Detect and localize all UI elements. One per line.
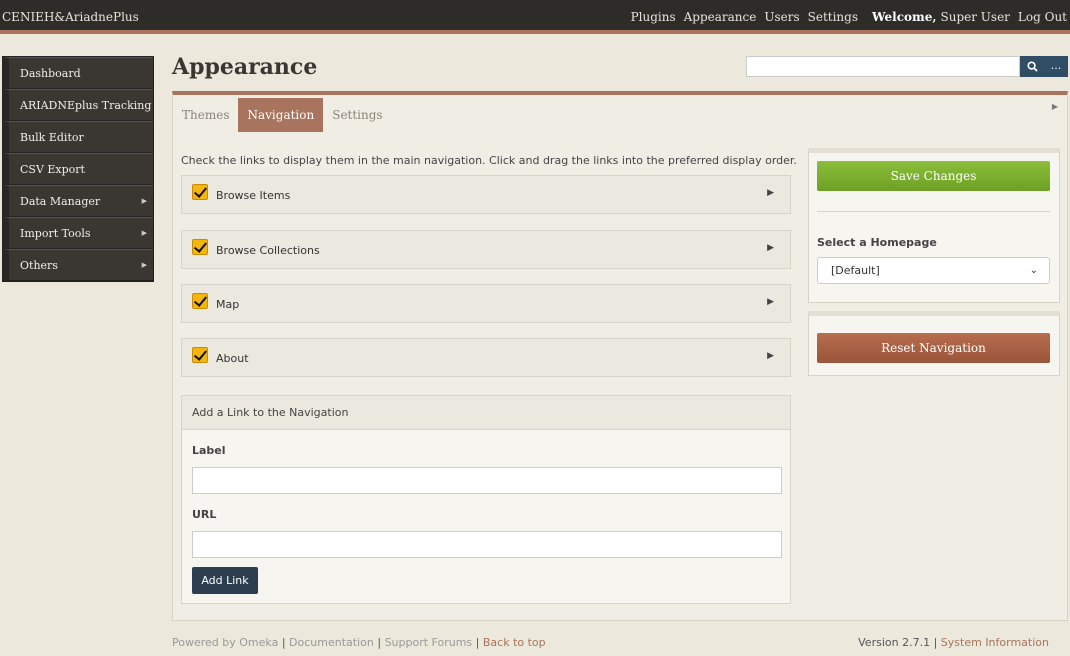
save-panel: Save Changes Select a Homepage [Default]… [808,148,1060,303]
checkbox[interactable] [192,347,208,363]
submenu-arrow-icon: ▶ [141,229,147,237]
site-title[interactable]: CENIEH&AriadnePlus [2,10,139,24]
footer-sep: | [933,636,938,649]
tabs: Themes Navigation Settings [173,98,392,132]
tab-settings[interactable]: Settings [323,98,391,132]
tab-navigation[interactable]: Navigation [238,98,324,132]
homepage-select-value: [Default] [831,264,880,277]
checkbox[interactable] [192,239,208,255]
content-panel: Themes Navigation Settings ▶ Check the l… [172,91,1068,621]
checkbox[interactable] [192,184,208,200]
expand-arrow-icon[interactable]: ▶ [767,188,774,198]
nav-link-about[interactable]: About ▶ [181,338,791,377]
sidebar-item-others[interactable]: Others ▶ [3,249,153,281]
reset-panel: Reset Navigation [808,311,1060,376]
tab-scroll-arrow-icon[interactable]: ▶ [1052,102,1058,111]
url-field-label: URL [192,508,217,521]
sidebar-item-dashboard[interactable]: Dashboard [3,57,153,89]
add-link-button[interactable]: Add Link [192,567,258,594]
tab-themes[interactable]: Themes [173,98,238,132]
expand-arrow-icon[interactable]: ▶ [767,351,774,361]
nav-link-label: Map [216,298,240,311]
powered-by-link[interactable]: Powered by Omeka [172,636,278,649]
nav-link-label: About [216,352,249,365]
user-area: Welcome, Super User Log Out [872,10,1067,24]
reset-navigation-button[interactable]: Reset Navigation [817,333,1050,363]
sidebar-item-ariadneplus-tracking[interactable]: ARIADNEplus Tracking [3,89,153,121]
page-title: Appearance [172,54,318,80]
sidebar-item-import-tools[interactable]: Import Tools ▶ [3,217,153,249]
search-icon [1026,61,1038,72]
footer-links: Powered by Omeka | Documentation | Suppo… [172,636,546,649]
welcome-text: Welcome, [872,10,937,24]
nav-link-map[interactable]: Map ▶ [181,284,791,323]
nav-settings[interactable]: Settings [808,10,858,24]
footer-version: Version 2.7.1 | System Information [858,636,1049,649]
sidebar-item-bulk-editor[interactable]: Bulk Editor [3,121,153,153]
version-text: Version 2.7.1 [858,636,931,649]
sidebar-item-data-manager[interactable]: Data Manager ▶ [3,185,153,217]
submenu-arrow-icon: ▶ [141,197,147,205]
nav-link-label: Browse Items [216,189,291,202]
add-link-heading: Add a Link to the Navigation [182,396,790,430]
nav-plugins[interactable]: Plugins [631,10,676,24]
sidebar-item-label: Dashboard [20,66,81,80]
advanced-search-button[interactable]: ... [1044,56,1068,77]
sidebar-item-label: Bulk Editor [20,130,84,144]
support-forums-link[interactable]: Support Forums [385,636,473,649]
search-button[interactable] [1020,56,1044,77]
checkbox[interactable] [192,293,208,309]
chevron-down-icon: ⌄ [1029,265,1038,276]
logout-link[interactable]: Log Out [1018,10,1067,24]
top-bar: CENIEH&AriadnePlus Plugins Appearance Us… [0,0,1070,34]
footer-sep: | [377,636,382,649]
nav-link-browse-items[interactable]: Browse Items ▶ [181,175,791,214]
sidebar: Dashboard ARIADNEplus Tracking Bulk Edit… [2,56,154,282]
label-input[interactable] [192,467,782,494]
sidebar-item-label: Import Tools [20,226,91,240]
submenu-arrow-icon: ▶ [141,261,147,269]
sidebar-item-label: Others [20,258,58,272]
divider [817,211,1050,212]
sidebar-item-label: Data Manager [20,194,101,208]
sidebar-item-csv-export[interactable]: CSV Export [3,153,153,185]
url-input[interactable] [192,531,782,558]
footer-sep: | [281,636,286,649]
nav-link-label: Browse Collections [216,244,320,257]
label-field-label: Label [192,444,226,457]
save-changes-button[interactable]: Save Changes [817,161,1050,191]
search-input[interactable] [746,56,1020,77]
nav-appearance[interactable]: Appearance [684,10,757,24]
back-to-top-link[interactable]: Back to top [483,636,546,649]
documentation-link[interactable]: Documentation [289,636,374,649]
expand-arrow-icon[interactable]: ▶ [767,297,774,307]
nav-link-browse-collections[interactable]: Browse Collections ▶ [181,230,791,269]
sidebar-item-label: ARIADNEplus Tracking [20,98,152,112]
top-nav: Plugins Appearance Users Settings [623,10,858,24]
expand-arrow-icon[interactable]: ▶ [767,243,774,253]
sidebar-item-label: CSV Export [20,162,85,176]
user-link[interactable]: Super User [941,10,1010,24]
homepage-select[interactable]: [Default] ⌄ [817,257,1050,284]
nav-users[interactable]: Users [764,10,799,24]
footer-sep: | [475,636,480,649]
instructions-text: Check the links to display them in the m… [181,154,797,167]
homepage-label: Select a Homepage [817,236,937,249]
add-link-panel: Add a Link to the Navigation Label URL A… [181,395,791,604]
system-information-link[interactable]: System Information [941,636,1049,649]
